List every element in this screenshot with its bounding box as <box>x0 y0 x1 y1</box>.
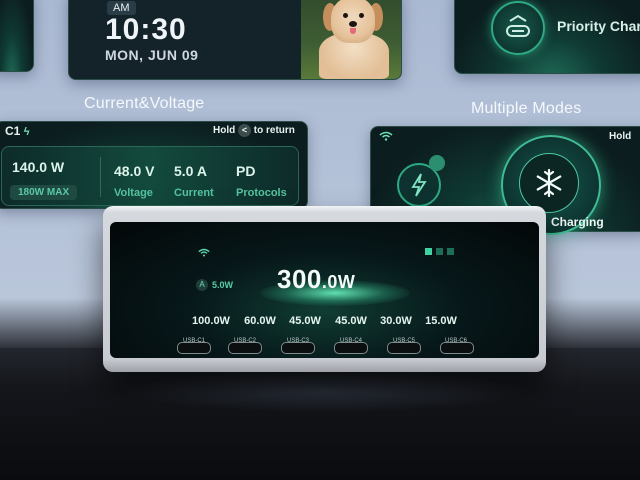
clock-panel: AM 10:30 MON, JUN 09 <box>68 0 402 80</box>
snowflake-icon[interactable] <box>519 153 579 213</box>
standby-power: 5.0W <box>212 280 234 290</box>
charger-device: A 5.0W 300.0W 100.0W 60.0W 45.0W 45.0W 3… <box>103 206 546 372</box>
current-voltage-heading: Current&Voltage <box>84 95 205 112</box>
leaf-icon <box>429 155 445 171</box>
wifi-icon <box>379 131 393 141</box>
usb-c-port-5[interactable] <box>387 342 421 354</box>
max-chip: 180W MAX <box>10 185 78 200</box>
mode-label: Charging <box>551 215 604 229</box>
bolt-icon: ϟ <box>23 126 30 138</box>
current-value: 5.0 A <box>174 163 207 179</box>
back-icon[interactable]: < <box>238 124 251 137</box>
indicator-2 <box>436 248 443 255</box>
voltage-value: 48.0 V <box>114 163 155 179</box>
total-power-value: 300 <box>277 264 322 294</box>
protocol-value: PD <box>236 163 256 179</box>
priority-panel: Priority Char <box>454 0 640 74</box>
clock-time: 10:30 <box>105 13 187 46</box>
power-value: 140.0 W <box>12 159 65 175</box>
clock-date: MON, JUN 09 <box>105 47 199 63</box>
total-power-unit: .0W <box>321 272 356 292</box>
usb-c-port-3[interactable] <box>281 342 315 354</box>
port-tag: C1 ϟ <box>5 124 30 138</box>
device-screen: A 5.0W 300.0W 100.0W 60.0W 45.0W 45.0W 3… <box>110 222 539 358</box>
port-watts: 15.0W <box>425 315 457 327</box>
usb-c-port-1[interactable] <box>177 342 211 354</box>
metrics-box: 140.0 W 180W MAX 48.0 V Voltage 5.0 A Cu… <box>1 146 299 206</box>
port-watts: 100.0W <box>192 315 230 327</box>
priority-label: Priority Char <box>557 18 640 34</box>
usb-c-port-6[interactable] <box>440 342 474 354</box>
current-voltage-panel: C1 ϟ Hold < to return 140.0 W 180W MAX 4… <box>0 121 308 209</box>
total-power: 300.0W <box>277 264 355 295</box>
protocol-label: Protocols <box>236 187 287 199</box>
hold-hint: Hold <box>609 131 632 142</box>
usb-c-port-2[interactable] <box>228 342 262 354</box>
usb-c-icon <box>491 1 545 55</box>
reflection <box>120 372 530 412</box>
indicator-1 <box>425 248 432 255</box>
divider <box>100 157 101 197</box>
dog-photo <box>301 0 401 79</box>
standby-icon: A <box>196 279 208 291</box>
hold-hint: Hold < to return <box>213 124 295 137</box>
usb-c-port-4[interactable] <box>334 342 368 354</box>
indicator-3 <box>447 248 454 255</box>
wifi-icon <box>198 248 210 257</box>
multiple-modes-heading: Multiple Modes <box>471 100 582 117</box>
edge-panel <box>0 0 34 72</box>
voltage-label: Voltage <box>114 187 153 199</box>
current-label: Current <box>174 187 214 199</box>
